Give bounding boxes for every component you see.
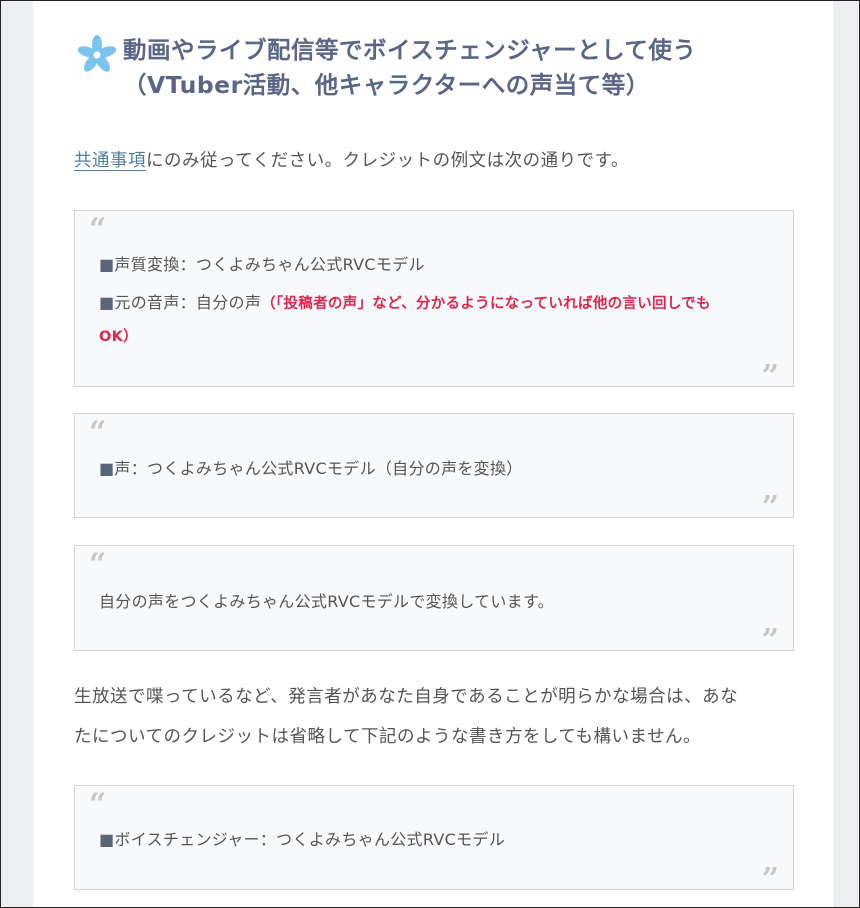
- flower-icon: [77, 35, 117, 72]
- note-text: OK）: [99, 329, 138, 345]
- section-heading: 動画やライブ配信等でボイスチェンジャーとして使う （VTuber活動、他キャラク…: [75, 33, 795, 103]
- open-quote-icon: “: [89, 547, 107, 582]
- close-quote-icon: ”: [761, 359, 779, 394]
- intro-text: にのみ従ってください。クレジットの例文は次の通りです。: [146, 151, 629, 171]
- page-frame: 動画やライブ配信等でボイスチェンジャーとして使う （VTuber活動、他キャラク…: [0, 0, 860, 908]
- title-line-1: 動画やライブ配信等でボイスチェンジャーとして使う: [123, 36, 697, 64]
- paragraph-line: 生放送で喋っているなど、発言者があなた自身であることが明らかな場合は、あな: [74, 687, 739, 707]
- square-bullet: ■: [99, 293, 115, 312]
- common-terms-link[interactable]: 共通事項: [74, 151, 146, 171]
- title-line-2: （VTuber活動、他キャラクターへの声当て等）: [123, 71, 650, 99]
- credit-example-quote-1: “ ■声質変換：つくよみちゃん公式RVCモデル ■元の音声：自分の声（「投稿者の…: [74, 210, 794, 392]
- content-panel: 動画やライブ配信等でボイスチェンジャーとして使う （VTuber活動、他キャラク…: [33, 1, 833, 907]
- quote-text: 声質変換：つくよみちゃん公式RVCモデル: [114, 255, 425, 274]
- square-bullet: ■: [99, 830, 115, 849]
- credit-example-quote-2: “ ■声：つくよみちゃん公式RVCモデル（自分の声を変換） ”: [74, 413, 794, 523]
- close-quote-icon: ”: [761, 862, 779, 897]
- quote-line: ■ボイスチェンジャー：つくよみちゃん公式RVCモデル: [99, 826, 505, 850]
- page-title: 動画やライブ配信等でボイスチェンジャーとして使う （VTuber活動、他キャラク…: [123, 33, 696, 103]
- omission-paragraph: 生放送で喋っているなど、発言者があなた自身であることが明らかな場合は、あな たに…: [74, 677, 794, 757]
- close-quote-icon: ”: [761, 623, 779, 658]
- open-quote-icon: “: [89, 787, 107, 822]
- open-quote-icon: “: [89, 212, 107, 247]
- note-text: （「投稿者の声」など、分かるようになっていれば他の言い回しでも: [261, 296, 711, 312]
- paragraph-line: たについてのクレジットは省略して下記のような書き方をしても構いません。: [74, 727, 702, 747]
- close-quote-icon: ”: [761, 490, 779, 525]
- quote-text: 自分の声をつくよみちゃん公式RVCモデルで変換しています。: [99, 592, 554, 611]
- quote-line: OK）: [99, 325, 138, 346]
- credit-example-quote-3: “ 自分の声をつくよみちゃん公式RVCモデルで変換しています。 ”: [74, 545, 794, 656]
- quote-line: ■声：つくよみちゃん公式RVCモデル（自分の声を変換）: [99, 455, 523, 479]
- quote-line: ■声質変換：つくよみちゃん公式RVCモデル: [99, 251, 425, 275]
- intro-paragraph: 共通事項にのみ従ってください。クレジットの例文は次の通りです。: [74, 141, 794, 181]
- quote-line: ■元の音声：自分の声（「投稿者の声」など、分かるようになっていれば他の言い回しで…: [99, 289, 711, 313]
- quote-text: ボイスチェンジャー：つくよみちゃん公式RVCモデル: [114, 830, 506, 849]
- credit-example-quote-4: “ ■ボイスチェンジャー：つくよみちゃん公式RVCモデル ”: [74, 785, 794, 895]
- quote-text: 声：つくよみちゃん公式RVCモデル（自分の声を変換）: [114, 459, 523, 478]
- square-bullet: ■: [99, 255, 115, 274]
- square-bullet: ■: [99, 459, 115, 478]
- quote-line: 自分の声をつくよみちゃん公式RVCモデルで変換しています。: [99, 588, 554, 612]
- open-quote-icon: “: [89, 415, 107, 450]
- quote-text: 元の音声：自分の声: [114, 293, 262, 312]
